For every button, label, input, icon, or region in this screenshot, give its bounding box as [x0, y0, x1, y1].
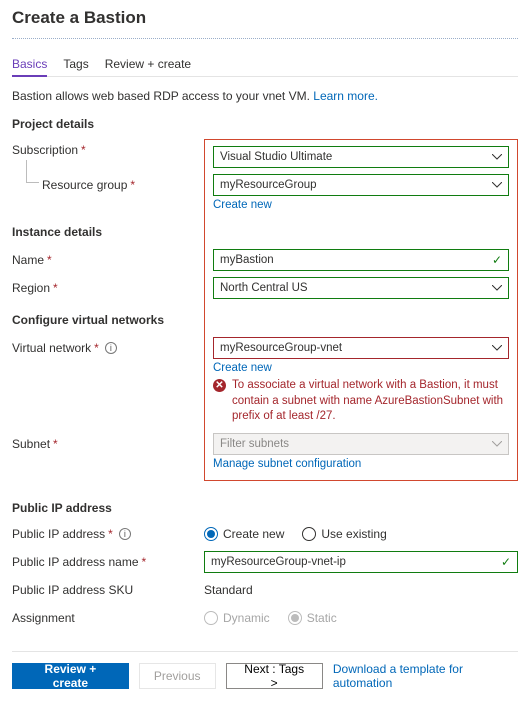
- highlighted-zone: Visual Studio Ultimate Resource group* m…: [204, 139, 518, 481]
- radio-use-existing[interactable]: Use existing: [302, 527, 386, 541]
- chevron-down-icon: [492, 441, 502, 447]
- section-project-details: Project details: [12, 117, 518, 131]
- subscription-select[interactable]: Visual Studio Ultimate: [213, 146, 509, 168]
- resource-group-label: Resource group*: [12, 174, 204, 192]
- public-ip-sku-label: Public IP address SKU: [12, 579, 204, 597]
- vnet-select[interactable]: myResourceGroup-vnet: [213, 337, 509, 359]
- radio-dynamic: Dynamic: [204, 611, 270, 625]
- info-icon[interactable]: i: [105, 342, 117, 354]
- info-icon[interactable]: i: [119, 528, 131, 540]
- tab-review-create[interactable]: Review + create: [105, 53, 191, 76]
- region-select[interactable]: North Central US: [213, 277, 509, 299]
- public-ip-name-input[interactable]: myResourceGroup-vnet-ip ✓: [204, 551, 518, 573]
- radio-static: Static: [288, 611, 337, 625]
- error-icon: ✕: [213, 379, 226, 392]
- manage-subnet-link[interactable]: Manage subnet configuration: [213, 458, 361, 470]
- page-title: Create a Bastion: [12, 8, 518, 28]
- name-input[interactable]: myBastion ✓: [213, 249, 509, 271]
- chevron-down-icon: [492, 182, 502, 188]
- assignment-radio-group: Dynamic Static: [204, 607, 518, 625]
- tab-tags[interactable]: Tags: [63, 53, 88, 76]
- learn-more-link[interactable]: Learn more.: [313, 89, 378, 103]
- subnet-label: Subnet*: [12, 433, 204, 451]
- subscription-label: Subscription*: [12, 139, 204, 157]
- create-new-vnet-link[interactable]: Create new: [213, 362, 272, 374]
- previous-button: Previous: [139, 663, 216, 689]
- check-icon: ✓: [501, 555, 511, 569]
- section-configure-vnet: Configure virtual networks: [12, 309, 204, 327]
- public-ip-name-label: Public IP address name*: [12, 551, 204, 569]
- region-label: Region*: [12, 277, 204, 295]
- subnet-select[interactable]: Filter subnets: [213, 433, 509, 455]
- public-ip-radio-group: Create new Use existing: [204, 523, 518, 541]
- chevron-down-icon: [492, 345, 502, 351]
- check-icon: ✓: [492, 253, 502, 267]
- download-template-link[interactable]: Download a template for automation: [333, 662, 518, 690]
- intro-body: Bastion allows web based RDP access to y…: [12, 89, 313, 103]
- section-instance-details: Instance details: [12, 221, 204, 239]
- intro-text: Bastion allows web based RDP access to y…: [12, 89, 518, 103]
- tab-basics[interactable]: Basics: [12, 53, 47, 77]
- next-button[interactable]: Next : Tags >: [226, 663, 323, 689]
- vnet-error-message: ✕ To associate a virtual network with a …: [213, 378, 509, 425]
- public-ip-sku-value: Standard: [204, 579, 518, 597]
- name-label: Name*: [12, 249, 204, 267]
- chevron-down-icon: [492, 154, 502, 160]
- public-ip-label: Public IP address* i: [12, 523, 204, 541]
- assignment-label: Assignment: [12, 607, 204, 625]
- section-public-ip: Public IP address: [12, 501, 518, 515]
- vnet-label: Virtual network* i: [12, 337, 204, 355]
- tabs: Basics Tags Review + create: [12, 53, 518, 77]
- create-new-rg-link[interactable]: Create new: [213, 199, 272, 211]
- resource-group-select[interactable]: myResourceGroup: [213, 174, 509, 196]
- divider: [12, 38, 518, 39]
- footer-bar: Review + create Previous Next : Tags > D…: [12, 651, 518, 690]
- review-create-button[interactable]: Review + create: [12, 663, 129, 689]
- radio-create-new[interactable]: Create new: [204, 527, 284, 541]
- chevron-down-icon: [492, 285, 502, 291]
